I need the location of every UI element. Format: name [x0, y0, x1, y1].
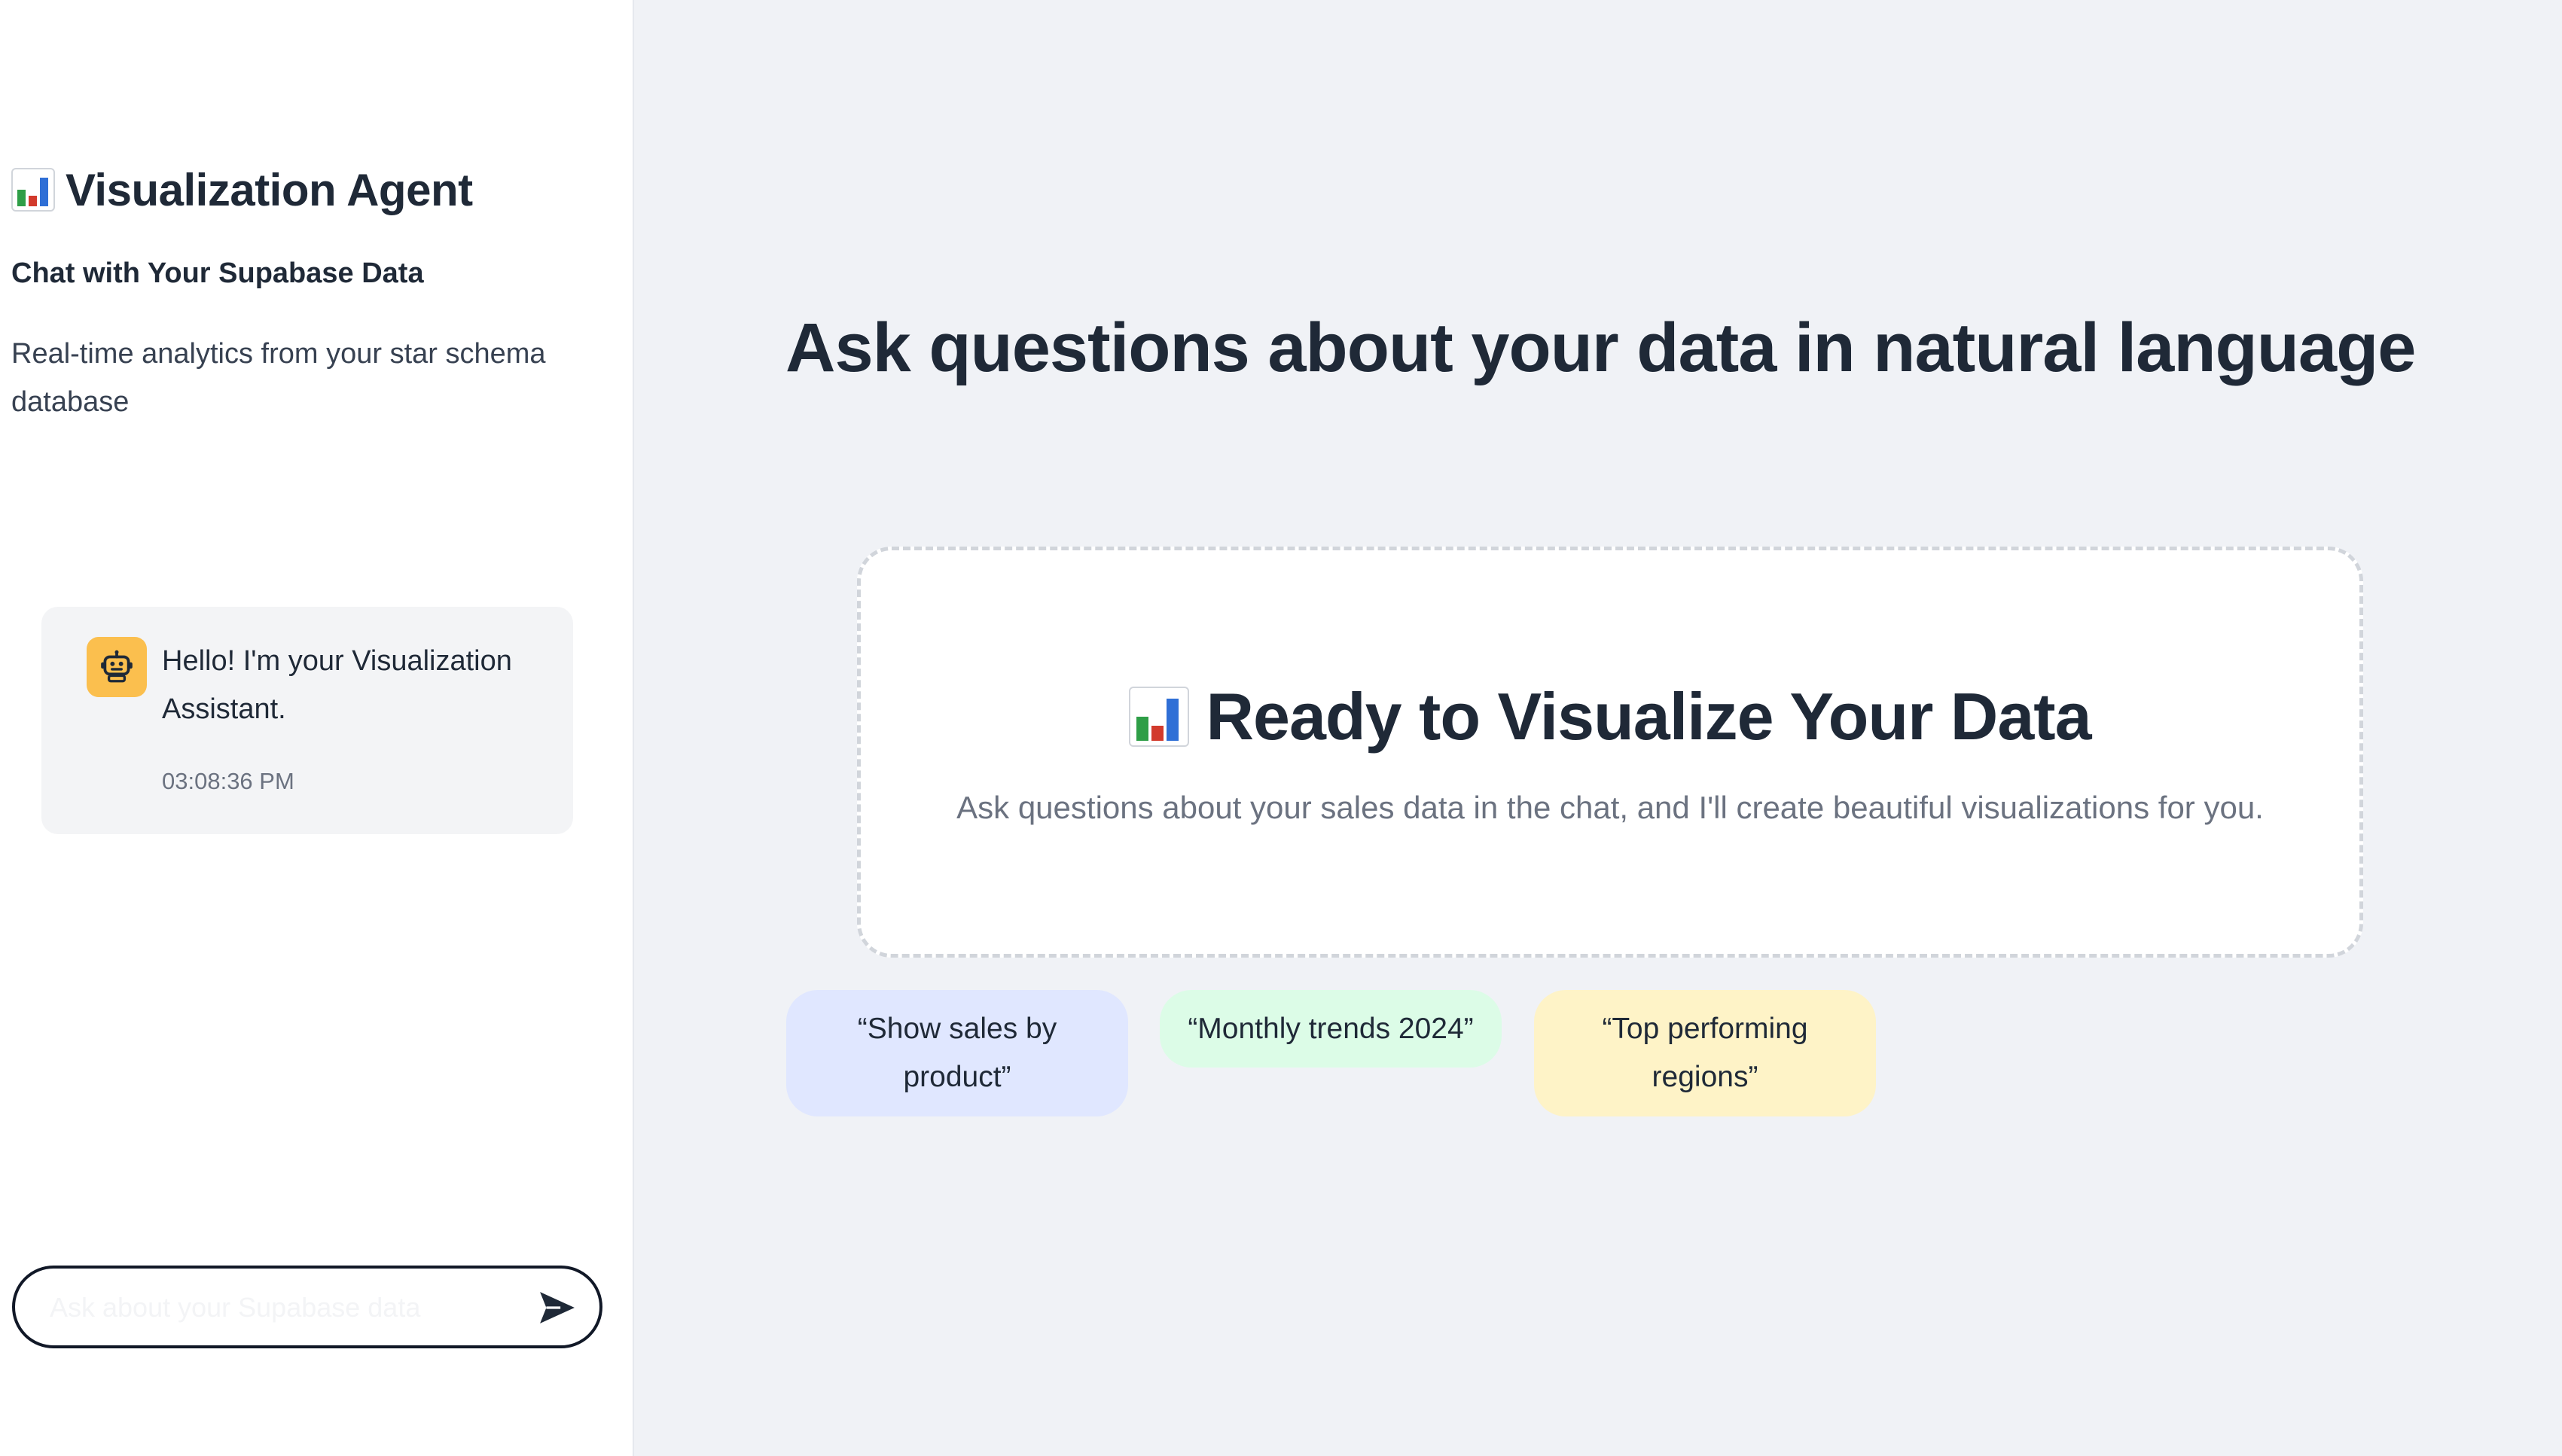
send-icon [540, 1292, 575, 1323]
sidebar-title: Visualization Agent [11, 160, 473, 220]
main-heading: Ask questions about your data in natural… [785, 309, 2416, 386]
sidebar-subtitle: Chat with Your Supabase Data [11, 257, 424, 289]
bar-chart-icon [1129, 687, 1190, 747]
sidebar-title-text: Visualization Agent [66, 164, 473, 215]
chat-message-text: Hello! I'm your Visualization Assistant. [162, 645, 512, 725]
sidebar-description: Real-time analytics from your star schem… [11, 338, 546, 418]
robot-icon [87, 637, 147, 697]
chat-input[interactable] [48, 1282, 518, 1333]
suggestion-chip-label: “Top performing regions” [1602, 1013, 1808, 1093]
empty-state-title: Ready to Visualize Your Data [861, 678, 2359, 755]
suggestion-chip-monthly-trends[interactable]: “Monthly trends 2024” [1160, 990, 1502, 1068]
suggestion-chip-top-regions[interactable]: “Top performing regions” [1534, 990, 1876, 1116]
empty-state-card: Ready to Visualize Your Data Ask questio… [857, 547, 2363, 958]
empty-state-description: Ask questions about your sales data in t… [956, 790, 2264, 825]
send-button[interactable] [535, 1285, 580, 1330]
chat-input-container [12, 1266, 602, 1348]
chat-message: Hello! I'm your Visualization Assistant.… [41, 607, 573, 834]
sidebar: Visualization Agent Chat with Your Supab… [0, 0, 634, 1456]
chat-message-timestamp: 03:08:36 PM [162, 768, 294, 794]
suggestion-chip-label: “Show sales by product” [857, 1013, 1057, 1093]
app-root: Visualization Agent Chat with Your Supab… [0, 0, 2562, 1456]
suggestion-chip-label: “Monthly trends 2024” [1188, 1012, 1474, 1045]
empty-state-title-text: Ready to Visualize Your Data [1206, 679, 2091, 754]
bar-chart-icon [11, 168, 55, 212]
suggestion-chip-sales-by-product[interactable]: “Show sales by product” [786, 990, 1128, 1116]
robot-icon-svg [101, 650, 133, 683]
